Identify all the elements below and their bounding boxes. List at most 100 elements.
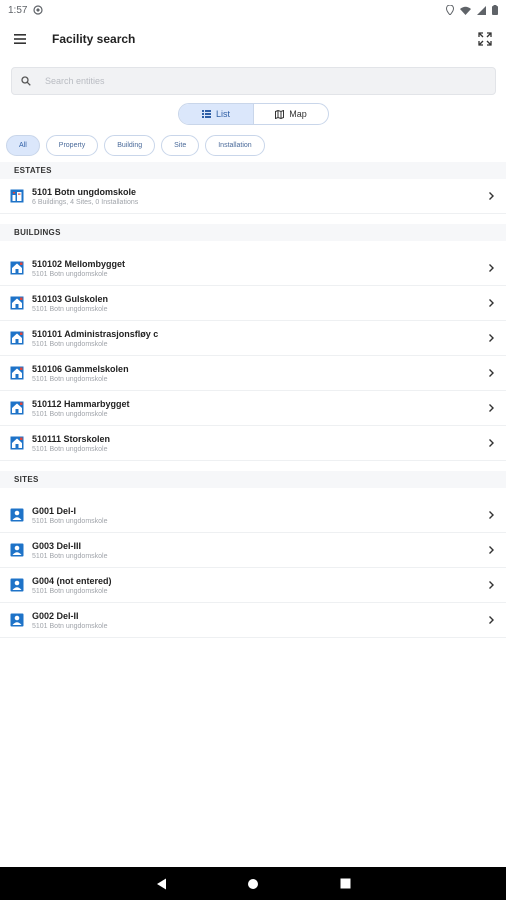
filter-chip-installation[interactable]: Installation (205, 135, 265, 156)
list-item-texts: 510106 Gammelskolen 5101 Botn ungdomskol… (32, 364, 486, 383)
list-item[interactable]: 510103 Gulskolen 5101 Botn ungdomskole (0, 286, 506, 321)
list-item-subtitle: 5101 Botn ungdomskole (32, 375, 108, 383)
search-input[interactable] (45, 76, 465, 86)
list-item-texts: 510112 Hammarbygget 5101 Botn ungdomskol… (32, 399, 486, 418)
list-item-subtitle: 5101 Botn ungdomskole (32, 410, 108, 418)
list-item-texts: 5101 Botn ungdomskole 6 Buildings, 4 Sit… (32, 187, 486, 206)
results-list: ESTATES 5101 Botn ungdomskole 6 Building… (0, 162, 506, 638)
chevron-right-icon (489, 299, 494, 307)
list-item-texts: 510101 Administrasjonsfløy c 5101 Botn u… (32, 329, 486, 348)
list-item[interactable]: G003 Del-III 5101 Botn ungdomskole (0, 533, 506, 568)
list-item-subtitle: 5101 Botn ungdomskole (32, 552, 108, 560)
filter-chip-property[interactable]: Property (45, 135, 99, 156)
app-bar: Facility search (0, 20, 506, 58)
recents-icon[interactable] (335, 874, 355, 894)
site-icon (10, 543, 24, 557)
list-item[interactable]: 510111 Storskolen 5101 Botn ungdomskole (0, 426, 506, 461)
map-view-label: Map (289, 109, 307, 119)
section-header-buildings: BUILDINGS (0, 224, 506, 241)
status-bar: 1:57 (0, 0, 506, 20)
system-nav-bar (0, 867, 506, 900)
home-icon[interactable] (243, 874, 263, 894)
building-icon (10, 436, 24, 450)
menu-icon[interactable] (12, 31, 28, 47)
list-item[interactable]: 510106 Gammelskolen 5101 Botn ungdomskol… (0, 356, 506, 391)
building-icon (10, 331, 24, 345)
list-item[interactable]: G004 (not entered) 5101 Botn ungdomskole (0, 568, 506, 603)
list-item-subtitle: 5101 Botn ungdomskole (32, 340, 108, 348)
list-item-title: 510111 Storskolen (32, 433, 111, 444)
notification-icon (33, 5, 44, 15)
list-item-subtitle: 5101 Botn ungdomskole (32, 517, 108, 525)
chevron-right-icon (489, 546, 494, 554)
filter-chip-all[interactable]: All (6, 135, 40, 156)
list-item-subtitle: 5101 Botn ungdomskole (32, 622, 108, 630)
fullscreen-icon[interactable] (476, 30, 494, 48)
filter-chip-building[interactable]: Building (104, 135, 156, 156)
list-item-title: G001 Del-I (32, 505, 77, 516)
list-icon (201, 110, 211, 118)
view-toggle: List Map (178, 103, 329, 125)
chevron-right-icon (489, 439, 494, 447)
list-item-subtitle: 5101 Botn ungdomskole (32, 587, 108, 595)
building-icon (10, 366, 24, 380)
back-icon[interactable] (151, 874, 171, 894)
building-icon (10, 401, 24, 415)
list-item-title: 510102 Mellombygget (32, 258, 126, 269)
chevron-right-icon (489, 616, 494, 624)
filter-chip-site[interactable]: Site (161, 135, 200, 156)
chevron-right-icon (489, 192, 494, 200)
list-item-texts: 510103 Gulskolen 5101 Botn ungdomskole (32, 294, 486, 313)
list-item[interactable]: G002 Del-II 5101 Botn ungdomskole (0, 603, 506, 638)
list-item[interactable]: 510102 Mellombygget 5101 Botn ungdomskol… (0, 251, 506, 286)
chevron-right-icon (489, 581, 494, 589)
list-item-texts: 510102 Mellombygget 5101 Botn ungdomskol… (32, 259, 486, 278)
site-icon (10, 508, 24, 522)
status-left: 1:57 (8, 4, 44, 16)
list-item-texts: G004 (not entered) 5101 Botn ungdomskole (32, 576, 486, 595)
chevron-right-icon (489, 511, 494, 519)
list-item[interactable]: 5101 Botn ungdomskole 6 Buildings, 4 Sit… (0, 179, 506, 214)
list-item[interactable]: 510101 Administrasjonsfløy c 5101 Botn u… (0, 321, 506, 356)
list-item-title: 510112 Hammarbygget (32, 398, 130, 409)
list-item-texts: G001 Del-I 5101 Botn ungdomskole (32, 506, 486, 525)
signal-icon (477, 5, 486, 15)
list-item-title: 510103 Gulskolen (32, 293, 109, 304)
site-icon (10, 578, 24, 592)
battery-icon (492, 5, 498, 15)
chevron-right-icon (489, 334, 494, 342)
chevron-right-icon (489, 264, 494, 272)
section-header-estates: ESTATES (0, 162, 506, 179)
search-bar[interactable] (11, 67, 496, 95)
section-header-sites: SITES (0, 471, 506, 488)
list-item-subtitle: 5101 Botn ungdomskole (32, 270, 108, 278)
list-item-texts: G002 Del-II 5101 Botn ungdomskole (32, 611, 486, 630)
list-item[interactable]: 510112 Hammarbygget 5101 Botn ungdomskol… (0, 391, 506, 426)
list-item-title: G002 Del-II (32, 610, 79, 621)
site-icon (10, 613, 24, 627)
chevron-right-icon (489, 369, 494, 377)
list-item-texts: 510111 Storskolen 5101 Botn ungdomskole (32, 434, 486, 453)
list-view-button[interactable]: List (179, 104, 254, 124)
status-time: 1:57 (8, 4, 28, 16)
list-item-title: 510106 Gammelskolen (32, 363, 129, 374)
page-title: Facility search (52, 32, 136, 46)
list-item-subtitle: 6 Buildings, 4 Sites, 0 Installations (32, 198, 139, 206)
list-item-texts: G003 Del-III 5101 Botn ungdomskole (32, 541, 486, 560)
filter-chips: All Property Building Site Installation (6, 135, 265, 156)
list-item-subtitle: 5101 Botn ungdomskole (32, 445, 108, 453)
building-icon (10, 261, 24, 275)
building-icon (10, 296, 24, 310)
map-view-button[interactable]: Map (254, 104, 328, 124)
list-item-title: 510101 Administrasjonsfløy c (32, 328, 159, 339)
list-view-label: List (215, 109, 230, 119)
list-item-title: 5101 Botn ungdomskole (32, 186, 137, 197)
search-icon (21, 76, 31, 86)
map-icon (275, 109, 285, 119)
list-item[interactable]: G001 Del-I 5101 Botn ungdomskole (0, 498, 506, 533)
status-right (446, 5, 498, 15)
chevron-right-icon (489, 404, 494, 412)
